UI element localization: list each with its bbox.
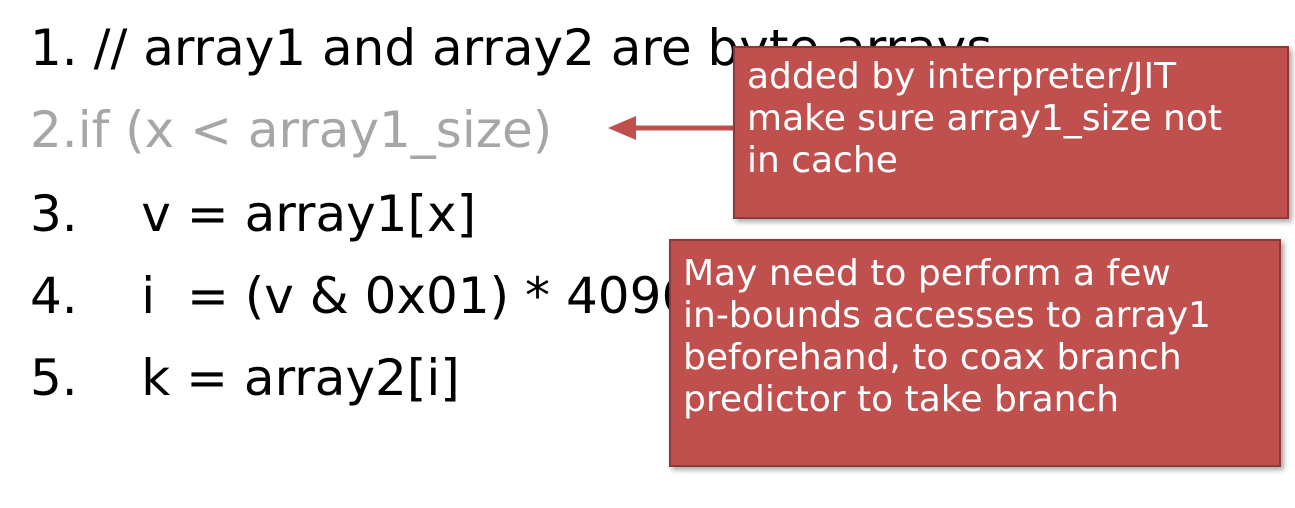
- line-number: 4.: [30, 267, 78, 325]
- code-line-3: 3. v = array1[x]: [30, 184, 476, 244]
- code-text: i = (v & 0x01) * 4096: [77, 267, 694, 325]
- line-number: 5.: [30, 349, 78, 407]
- line-number: 1.: [30, 19, 78, 77]
- line-number: 2.: [30, 101, 78, 159]
- code-text: if (x < array1_size): [77, 101, 553, 159]
- code-line-2: 2.if (x < array1_size): [30, 100, 552, 160]
- line-number: 3.: [30, 185, 78, 243]
- arrow-head: [608, 116, 636, 140]
- callout-predictor-line-3: beforehand, to coax branch: [683, 337, 1182, 378]
- callout-predictor-line-4: predictor to take branch: [683, 379, 1120, 420]
- code-line-4: 4. i = (v & 0x01) * 4096: [30, 266, 693, 326]
- callout-predictor-line-2: in-bounds accesses to array1: [683, 295, 1211, 336]
- code-text: k = array2[i]: [77, 349, 460, 407]
- callout-jit-line-2: make sure array1_size not: [747, 98, 1222, 139]
- code-text: v = array1[x]: [77, 185, 477, 243]
- callout-jit: added by interpreter/JIT make sure array…: [733, 46, 1289, 219]
- callout-jit-line-1: added by interpreter/JIT: [747, 56, 1177, 97]
- callout-branch-predictor: May need to perform a few in-bounds acce…: [669, 239, 1281, 467]
- callout-predictor-line-1: May need to perform a few: [683, 253, 1171, 294]
- callout-jit-line-3: in cache: [747, 140, 898, 181]
- code-line-5: 5. k = array2[i]: [30, 348, 460, 408]
